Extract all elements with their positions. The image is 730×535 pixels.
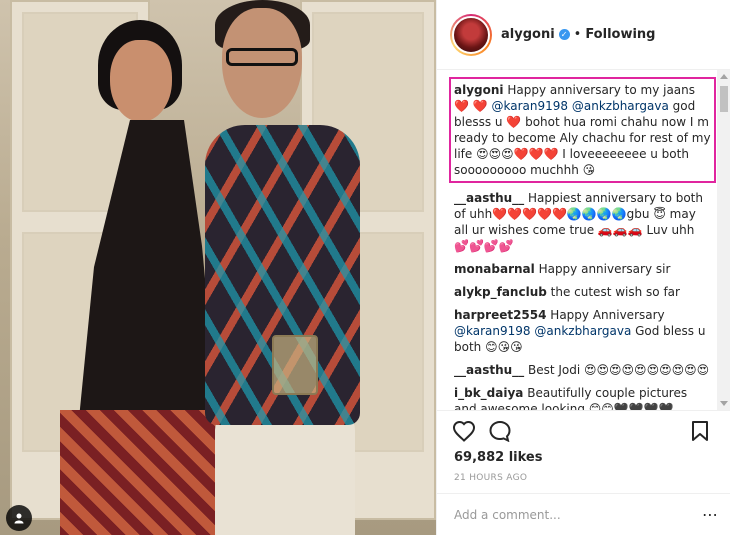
comment: monabarnal Happy anniversary sir [454,261,711,277]
comment-icon[interactable] [488,420,512,442]
add-comment-input[interactable] [454,507,702,522]
comments-scrollbar[interactable] [717,70,730,410]
man-cream-pants [215,410,355,535]
post-side-panel: alygoni ✓ • Following alygoni Happy anni… [436,0,730,535]
header-username[interactable]: alygoni [501,27,555,42]
comment-username[interactable]: alykp_fanclub [454,285,547,299]
comments-list[interactable]: alygoni Happy anniversary to my jaans ❤️… [437,70,717,410]
caption: alygoni Happy anniversary to my jaans ❤️… [449,77,716,183]
mention-link[interactable]: @ankzbhargava [572,99,669,113]
scroll-up-arrow-icon[interactable] [720,74,728,79]
drink-glass [272,335,318,395]
comment: harpreet2554 Happy Anniversary @karan919… [454,307,711,355]
bookmark-icon[interactable] [691,420,709,442]
comment-text: the cutest wish so far [546,285,680,299]
action-bar [437,410,730,448]
post-header: alygoni ✓ • Following [437,0,730,70]
mention-link[interactable]: @karan9198 [454,324,531,338]
scrollbar-thumb[interactable] [720,86,728,112]
heart-icon[interactable] [452,420,476,442]
comment-text: Happy anniversary sir [534,262,671,276]
likes-count[interactable]: 69,882 likes [454,450,542,465]
mention-link[interactable]: @ankzbhargava [534,324,631,338]
comment-username[interactable]: i_bk_daiya [454,386,523,400]
comment-text: Happy Anniversary [546,308,665,322]
woman-face [110,40,172,122]
comment: __aasthu__ Happiest anniversary to both … [454,190,711,254]
comment-username[interactable]: monabarnal [454,262,535,276]
comment-username[interactable]: harpreet2554 [454,308,546,322]
add-comment-row: ⋯ [437,493,730,535]
verified-badge-icon: ✓ [558,29,570,40]
profile-avatar[interactable] [450,13,492,56]
scroll-down-arrow-icon[interactable] [720,401,728,406]
woman-patterned-skirt [60,410,230,535]
comment: alykp_fanclub the cutest wish so far [454,284,711,300]
comment-username[interactable]: __aasthu__ [454,191,524,205]
mention-link[interactable]: @karan9198 [492,99,569,113]
caption-username[interactable]: alygoni [454,83,504,97]
comment-text: Best Jodi 😍😍😍😍😍😍😍😍😍😍 [524,363,710,377]
comment: __aasthu__ Best Jodi 😍😍😍😍😍😍😍😍😍😍 [454,362,711,378]
following-button[interactable]: Following [585,27,655,42]
comment-username[interactable]: __aasthu__ [454,363,524,377]
man-glasses [226,48,298,66]
post-timestamp[interactable]: 21 HOURS AGO [454,473,527,483]
header-separator: • [573,27,582,42]
more-options-icon[interactable]: ⋯ [702,505,719,524]
post-photo[interactable] [0,0,436,535]
user-tag-icon[interactable] [6,505,32,531]
comment: i_bk_daiya Beautifully couple pictures a… [454,385,711,410]
